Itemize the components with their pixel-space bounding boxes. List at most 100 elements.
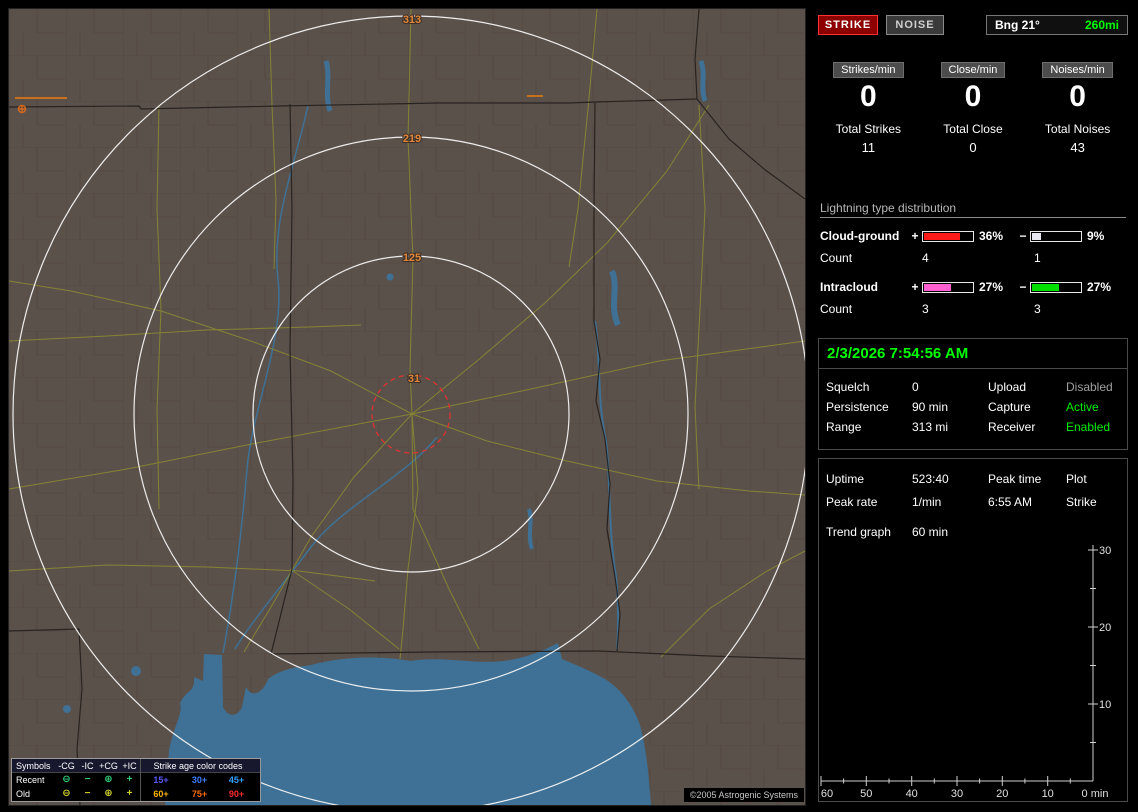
- upload-value: Disabled: [1066, 380, 1113, 394]
- age-15: 15+: [140, 773, 181, 787]
- receiver-value: Enabled: [1066, 420, 1111, 434]
- intracloud-row: Intracloud + 27% − 27%: [820, 276, 1126, 298]
- current-datetime: 2/3/2026 7:54:56 AM: [827, 345, 969, 362]
- y-tick-10: 10: [1099, 699, 1111, 711]
- ic-negative-bar-fill: [1032, 283, 1059, 291]
- legend-col-neg-ic: -IC: [81, 761, 94, 771]
- ic-positive-count: 3: [922, 302, 929, 316]
- squelch-label: Squelch: [826, 380, 870, 394]
- noises-column: Noises/min 0 Total Noises 43: [1025, 60, 1130, 155]
- x-tick-20: 20: [996, 788, 1008, 800]
- count-label: Count: [820, 251, 853, 265]
- ic-negative-percent: 27%: [1087, 280, 1112, 294]
- ic-positive-bar-fill: [924, 283, 951, 291]
- map-canvas: 313 219 125 31: [9, 9, 805, 805]
- legend-recent-row: Recent ⊖ − ⊕ + 15+ 30+ 45+: [12, 773, 260, 787]
- uptime-value: 523:40: [912, 471, 949, 486]
- ic-negative-count: 3: [1034, 302, 1041, 316]
- ic-positive-percent: 27%: [979, 280, 1004, 294]
- cloud-ground-row: Cloud-ground + 36% − 9%: [820, 225, 1126, 247]
- minus-sign: −: [1019, 229, 1027, 243]
- ic-negative-bar: [1030, 281, 1082, 293]
- plus-sign: +: [911, 229, 919, 243]
- session-info-panel: Uptime 523:40 Peak time Plot Peak rate 1…: [818, 458, 1128, 802]
- legend-header-row: Symbols -CG -IC +CG +IC Strike age color…: [12, 759, 260, 773]
- age-75: 75+: [191, 789, 208, 799]
- legend-symbols-header: Symbols: [16, 761, 51, 771]
- weather-map[interactable]: 313 219 125 31 Symbols -CG -IC +CG +IC S…: [8, 8, 806, 806]
- legend-col-neg-cg: -CG: [58, 761, 75, 771]
- cg-negative-percent: 9%: [1087, 229, 1105, 243]
- control-panel: STRIKE NOISE Bng 21° 260mi Strikes/min 0…: [816, 8, 1130, 806]
- lightning-detector-app: 313 219 125 31 Symbols -CG -IC +CG +IC S…: [0, 0, 1138, 812]
- minus-sign: −: [1019, 280, 1027, 294]
- info-row: Peak rate 1/min 6:55 AM Strike: [819, 490, 1127, 513]
- range-setting-label: Range: [826, 420, 862, 434]
- system-status-panel: 2/3/2026 7:54:56 AM Squelch 0 Upload Dis…: [818, 338, 1128, 450]
- cg-negative-count: 1: [1034, 251, 1041, 265]
- x-tick-60: 60: [821, 788, 833, 800]
- peak-rate-value: 1/min: [912, 494, 942, 509]
- y-tick-20: 20: [1099, 622, 1111, 634]
- peak-time-label: Peak time: [988, 471, 1042, 486]
- upload-label: Upload: [988, 380, 1027, 394]
- x-tick-0min: 0 min: [1082, 788, 1109, 800]
- noises-per-min-value: 0: [1069, 80, 1086, 113]
- total-noises-label: Total Noises: [1044, 122, 1111, 136]
- total-noises-value: 43: [1070, 140, 1085, 155]
- distribution-title: Lightning type distribution: [820, 201, 1126, 218]
- age-45: 45+: [228, 775, 245, 785]
- age-30: 30+: [191, 775, 208, 785]
- x-tick-10: 10: [1042, 788, 1054, 800]
- legend-age-header: Strike age color codes: [140, 759, 255, 773]
- x-tick-40: 40: [906, 788, 918, 800]
- close-per-min-label: Close/min: [940, 62, 1006, 78]
- map-legend: Symbols -CG -IC +CG +IC Strike age color…: [11, 758, 261, 802]
- capture-value: Active: [1066, 400, 1099, 414]
- noises-per-min-label: Noises/min: [1042, 62, 1113, 78]
- intracloud-count-row: Count 3 3: [820, 298, 1126, 320]
- range-label-313: 313: [403, 14, 421, 26]
- trend-graph-row: Trend graph 60 min: [819, 520, 1127, 543]
- close-per-min-value: 0: [964, 80, 982, 113]
- noise-mode-button[interactable]: NOISE: [886, 15, 944, 35]
- y-tick-30: 30: [1099, 545, 1111, 557]
- strike-mode-button[interactable]: STRIKE: [818, 15, 878, 35]
- pos-cg-recent-icon: ⊕: [104, 774, 113, 785]
- pos-cg-old-icon: ⊕: [104, 788, 113, 799]
- range-setting-value: 313 mi: [912, 420, 949, 434]
- trend-graph: 30 20 10 60 50 40 30 20 10 0 min: [820, 545, 1111, 800]
- rate-statistics: Strikes/min 0 Total Strikes 11 Close/min…: [816, 60, 1130, 155]
- mode-toolbar: STRIKE NOISE Bng 21° 260mi: [818, 14, 1128, 36]
- copyright-notice: ©2005 Astrogenic Systems: [683, 788, 804, 802]
- pos-ic-old-icon: +: [126, 788, 133, 799]
- cg-positive-percent: 36%: [979, 229, 1004, 243]
- total-close-value: 0: [969, 140, 977, 155]
- neg-ic-old-icon: −: [84, 788, 91, 799]
- squelch-value: 0: [912, 380, 919, 394]
- range-label-219: 219: [403, 133, 421, 145]
- trend-graph-label: Trend graph: [826, 524, 891, 539]
- total-close-label: Total Close: [943, 122, 1003, 136]
- info-row: Uptime 523:40 Peak time Plot: [819, 467, 1127, 490]
- total-strikes-label: Total Strikes: [835, 122, 901, 136]
- bearing-value: Bng 21°: [995, 18, 1040, 32]
- divider: [819, 368, 1127, 369]
- strikes-per-min-value: 0: [859, 80, 877, 113]
- cg-positive-bar-fill: [924, 232, 960, 240]
- bearing-range-display: Bng 21° 260mi: [986, 15, 1128, 35]
- legend-old-label: Old: [16, 789, 31, 799]
- cloud-ground-label: Cloud-ground: [820, 229, 900, 243]
- neg-cg-old-icon: ⊖: [62, 788, 71, 799]
- persistence-value: 90 min: [912, 400, 949, 414]
- peak-rate-label: Peak rate: [826, 494, 878, 509]
- cg-positive-bar: [922, 230, 974, 242]
- status-row: Persistence 90 min Capture Active: [819, 397, 1127, 417]
- neg-cg-recent-icon: ⊖: [62, 774, 71, 785]
- strikes-per-min-label: Strikes/min: [833, 62, 904, 78]
- ic-positive-bar: [922, 281, 974, 293]
- legend-col-pos-cg: +CG: [99, 761, 118, 771]
- lightning-type-distribution: Lightning type distribution Cloud-ground…: [820, 201, 1126, 320]
- legend-recent-label: Recent: [16, 775, 45, 785]
- plot-label: Plot: [1066, 471, 1087, 486]
